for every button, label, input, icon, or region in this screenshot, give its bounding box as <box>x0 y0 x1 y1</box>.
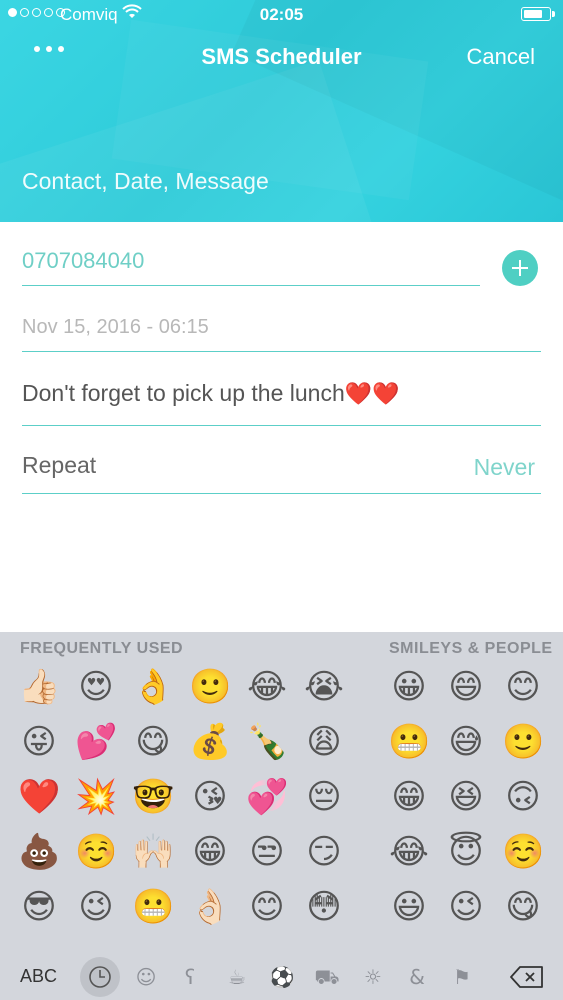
emoji-key[interactable]: 💩 <box>18 831 60 873</box>
emoji-key[interactable]: 😬 <box>388 721 430 763</box>
status-time: 02:05 <box>259 5 304 24</box>
car-icon[interactable]: ⛟ <box>312 962 342 992</box>
emoji-key[interactable]: 💞 <box>246 776 288 818</box>
smileys-people-label: SMILEYS & PEOPLE <box>389 640 553 657</box>
smiley-icon[interactable]: ☺ <box>131 962 161 992</box>
emoji-key[interactable]: 🙂 <box>502 721 544 763</box>
emoji-key[interactable]: 😊 <box>246 886 288 928</box>
emoji-key[interactable]: 😂 <box>388 831 430 873</box>
emoji-key[interactable]: ☺️ <box>502 831 544 873</box>
emoji-key[interactable]: 😃 <box>388 886 430 928</box>
frequently-used-label: FREQUENTLY USED <box>20 640 184 657</box>
emoji-key[interactable]: 😒 <box>246 831 288 873</box>
emoji-key[interactable]: ❤️ <box>18 776 60 818</box>
ball-icon[interactable]: ⚽ <box>267 962 297 992</box>
message-text: Don't forget to pick up the lunch <box>22 380 345 406</box>
backspace-icon[interactable] <box>510 966 544 988</box>
emoji-key[interactable]: 😀 <box>388 666 430 708</box>
flag-icon[interactable]: ⚑ <box>447 962 477 992</box>
emoji-key[interactable]: 😋 <box>502 886 544 928</box>
emoji-key[interactable]: 😜 <box>18 721 60 763</box>
emoji-key[interactable]: 😋 <box>132 721 174 763</box>
status-bar: Comviq 02:05 <box>0 0 563 30</box>
emoji-key[interactable]: 😏 <box>303 831 345 873</box>
emoji-key[interactable]: 😬 <box>132 886 174 928</box>
emoji-key[interactable]: 😄 <box>445 666 487 708</box>
cancel-button[interactable]: Cancel <box>467 44 535 70</box>
emoji-key[interactable]: 😔 <box>303 776 345 818</box>
message-field[interactable]: Don't forget to pick up the lunch❤️❤️ <box>22 380 541 426</box>
emoji-key[interactable]: 🍾 <box>246 721 288 763</box>
emoji-key[interactable]: 👍🏻 <box>18 666 60 708</box>
repeat-row[interactable]: Repeat Never <box>22 452 541 494</box>
date-field[interactable]: Nov 15, 2016 - 06:15 <box>22 316 541 352</box>
app-header: Comviq 02:05 SMS Scheduler Cancel Contac… <box>0 0 563 222</box>
emoji-key[interactable]: 😳 <box>303 886 345 928</box>
emoji-key[interactable]: 😊 <box>502 666 544 708</box>
battery-icon <box>521 7 555 21</box>
emoji-key[interactable]: 👌🏻 <box>189 886 231 928</box>
emoji-key[interactable]: 🤓 <box>132 776 174 818</box>
bulb-icon[interactable]: ☼ <box>358 962 388 992</box>
clock-icon[interactable] <box>80 957 120 997</box>
navigation-bar: SMS Scheduler Cancel <box>0 36 563 80</box>
emoji-key[interactable]: 👌 <box>132 666 174 708</box>
abc-button[interactable]: ABC <box>20 966 57 987</box>
emoji-keyboard: FREQUENTLY USED SMILEYS & PEOPLE 👍🏻 😍 👌 🙂 😂 😭… <box>0 632 563 1000</box>
emoji-key[interactable]: 😇 <box>445 831 487 873</box>
keyboard-bottom-bar: ABC ☺ ʕ ☕ ⚽ ⛟ ☼ & ⚑ <box>0 944 563 1000</box>
emoji-grid: 👍🏻 😍 👌 🙂 😂 😭 😜 💕 😋 💰 🍾 😩 ❤️ 💥 🤓 😘 💞 😔 💩 ☺️ 🙌🏻 😁 😒 😏 😎 😉 😬 👌🏻 😊 😳 😀 😄 😊 😬 😅… <box>0 666 563 946</box>
emoji-key[interactable]: 😆 <box>445 776 487 818</box>
emoji-key[interactable]: 😘 <box>189 776 231 818</box>
emoji-key[interactable]: 😉 <box>75 886 117 928</box>
emoji-key[interactable]: 😍 <box>75 666 117 708</box>
emoji-key[interactable]: 💰 <box>189 721 231 763</box>
symbols-icon[interactable]: & <box>402 962 432 992</box>
repeat-value: Never <box>473 454 535 480</box>
food-icon[interactable]: ☕ <box>222 962 252 992</box>
emoji-key[interactable]: 😎 <box>18 886 60 928</box>
header-subtitle: Contact, Date, Message <box>22 168 269 194</box>
emoji-key[interactable]: 😭 <box>303 666 345 708</box>
emoji-key[interactable]: 🙌🏻 <box>132 831 174 873</box>
heart-emojis: ❤️❤️ <box>344 381 400 406</box>
emoji-key[interactable]: 😂 <box>246 666 288 708</box>
emoji-key[interactable]: 😉 <box>445 886 487 928</box>
repeat-label: Repeat <box>22 452 97 478</box>
add-contact-button[interactable] <box>502 250 538 286</box>
contact-phone-field[interactable]: 0707084040 <box>22 248 480 286</box>
emoji-key[interactable]: 😅 <box>445 721 487 763</box>
emoji-key[interactable]: 💕 <box>75 721 117 763</box>
phone-value: 0707084040 <box>22 248 145 273</box>
emoji-key[interactable]: 🙂 <box>189 666 231 708</box>
emoji-key[interactable]: 😁 <box>388 776 430 818</box>
emoji-key[interactable]: 🙃 <box>502 776 544 818</box>
date-value: Nov 15, 2016 - 06:15 <box>22 316 209 338</box>
emoji-key[interactable]: 😩 <box>303 721 345 763</box>
bear-icon[interactable]: ʕ <box>175 962 205 992</box>
emoji-key[interactable]: ☺️ <box>75 831 117 873</box>
emoji-key[interactable]: 😁 <box>189 831 231 873</box>
emoji-key[interactable]: 💥 <box>75 776 117 818</box>
